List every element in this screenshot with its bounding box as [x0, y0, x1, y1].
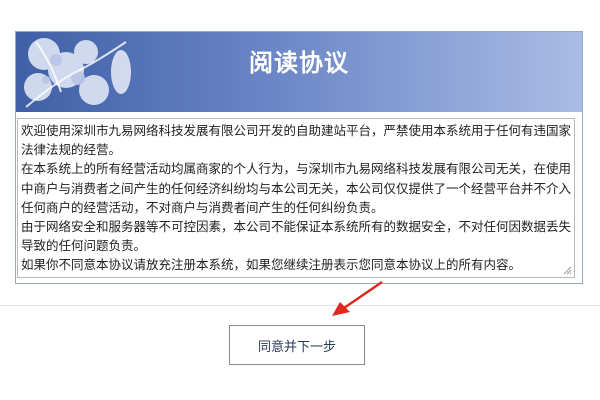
agreement-panel: 阅读协议 欢迎使用深圳市九易网络科技发展有限公司开发的自助建站平台，严禁使用本系… [15, 31, 583, 284]
resize-grip-icon[interactable] [563, 266, 572, 275]
agreement-title: 阅读协议 [249, 49, 349, 77]
section-divider [0, 305, 600, 306]
agree-next-button[interactable]: 同意并下一步 [229, 325, 365, 365]
red-arrow-icon [332, 280, 383, 316]
agreement-paragraph: 在本系统上的所有经营活动均属商家的个人行为，与深圳市九易网络科技发展有限公司无关… [21, 161, 572, 215]
agreement-textarea[interactable]: 欢迎使用深圳市九易网络科技发展有限公司开发的自助建站平台，严禁使用本系统用于任何… [17, 118, 575, 278]
agreement-paragraph: 欢迎使用深圳市九易网络科技发展有限公司开发的自助建站平台，严禁使用本系统用于任何… [21, 123, 572, 158]
agreement-header: 阅读协议 [16, 32, 582, 112]
agreement-paragraph: 由于网络安全和服务器等不可控因素，本公司不能保证本系统所有的数据安全，不对任何因… [21, 219, 572, 254]
agreement-paragraph: 如果你不同意本协议请放充注册本系统，如果您继续注册表示您同意本协议上的所有内容。 [21, 257, 522, 273]
